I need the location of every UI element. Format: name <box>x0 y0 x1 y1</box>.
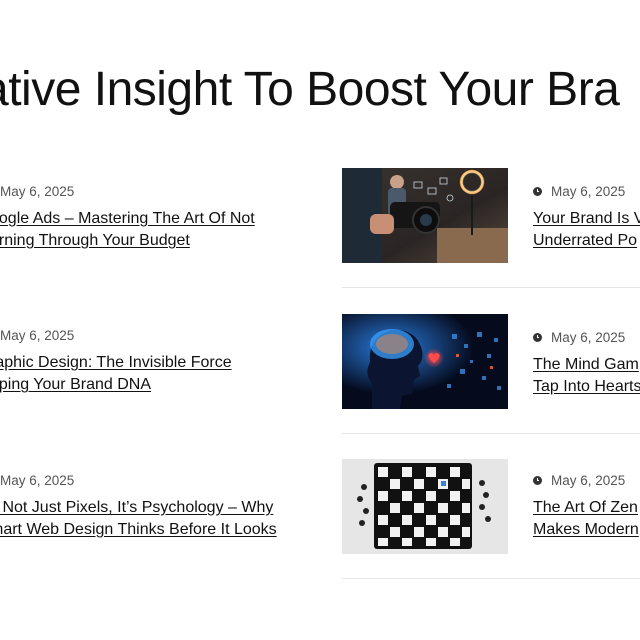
divider <box>342 578 640 579</box>
post-title-line: Makes Modern <box>533 521 639 538</box>
post-thumbnail[interactable] <box>342 459 508 554</box>
post-card: May 6, 2025 The Mind Gam Tap Into Hearts <box>342 314 640 434</box>
post-title-link[interactable]: Your Brand Is V Underrated Po <box>533 208 640 252</box>
post-thumbnail[interactable] <box>342 314 508 409</box>
post-title-line: raphic Design: The Invisible Force <box>0 354 232 371</box>
icon-grid-board-image <box>342 459 508 554</box>
post-title-line: The Mind Gam <box>533 356 639 373</box>
clock-icon <box>533 333 542 342</box>
post-title-link[interactable]: oogle Ads – Mastering The Art Of Not urn… <box>0 208 255 252</box>
blog-section: ative Insight To Boost Your Bra May 6, 2… <box>0 0 640 640</box>
post-title-line: Tap Into Hearts <box>533 378 640 395</box>
post-date: May 6, 2025 <box>0 184 75 199</box>
divider <box>342 433 640 434</box>
post-title-line: s Not Just Pixels, It’s Psychology – Why <box>0 499 274 516</box>
camera-photographer-image <box>342 168 508 263</box>
post-title-line: mart Web Design Thinks Before It Looks <box>0 521 277 538</box>
clock-icon <box>533 187 542 196</box>
post-date: May 6, 2025 <box>551 473 626 488</box>
post-meta: May 6, 2025 <box>0 184 74 199</box>
post-meta: May 6, 2025 <box>0 473 74 488</box>
post-meta: May 6, 2025 <box>533 330 625 345</box>
post-title-line: oogle Ads – Mastering The Art Of Not <box>0 210 255 227</box>
post-date: May 6, 2025 <box>551 330 626 345</box>
post-date: May 6, 2025 <box>551 184 626 199</box>
post-title-link[interactable]: raphic Design: The Invisible Force aping… <box>0 352 232 396</box>
post-title-link[interactable]: The Mind Gam Tap Into Hearts <box>533 354 640 398</box>
post-title-line: Underrated Po <box>533 232 638 249</box>
post-title-line: urning Through Your Budget <box>0 232 190 249</box>
post-title-link[interactable]: The Art Of Zen Makes Modern <box>533 497 639 541</box>
ai-brain-head-image <box>342 314 508 409</box>
post-card: May 6, 2025 Your Brand Is V Underrated P… <box>342 168 640 288</box>
post-meta: May 6, 2025 <box>0 328 74 343</box>
post-title-line: The Art Of Zen <box>533 499 638 516</box>
post-meta: May 6, 2025 <box>533 184 625 199</box>
post-title-line: Your Brand Is V <box>533 210 640 227</box>
post-thumbnail[interactable] <box>342 168 508 263</box>
post-card: May 6, 2025 The Art Of Zen Makes Modern <box>342 459 640 579</box>
clock-icon <box>533 476 542 485</box>
post-date: May 6, 2025 <box>0 328 75 343</box>
post-title-line: aping Your Brand DNA <box>0 376 151 393</box>
divider <box>342 287 640 288</box>
post-date: May 6, 2025 <box>0 473 75 488</box>
post-title-link[interactable]: s Not Just Pixels, It’s Psychology – Why… <box>0 497 277 541</box>
post-meta: May 6, 2025 <box>533 473 625 488</box>
section-heading: ative Insight To Boost Your Bra <box>0 63 620 116</box>
